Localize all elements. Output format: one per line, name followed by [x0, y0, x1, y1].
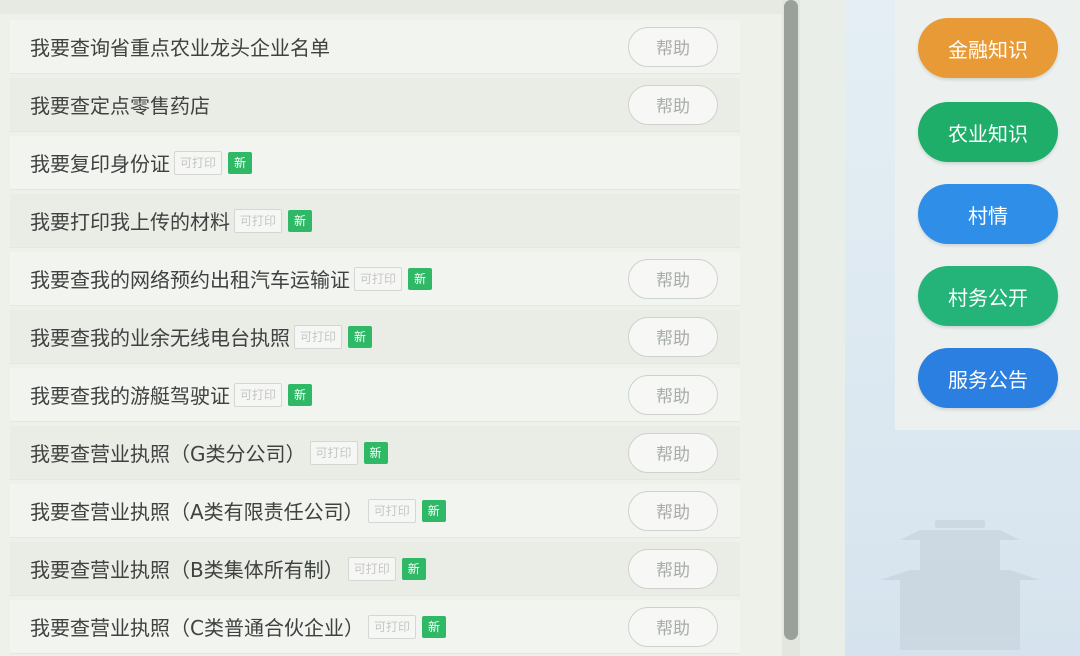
printable-tag: 可打印: [294, 324, 343, 349]
list-item[interactable]: 我要查营业执照（B类集体所有制） 可打印新 帮助: [10, 542, 740, 596]
category-button[interactable]: 村务公开: [918, 266, 1058, 326]
list-item[interactable]: 我要查营业执照（A类有限责任公司） 可打印新 帮助: [10, 484, 740, 538]
printable-tag: 可打印: [367, 498, 416, 523]
list-item[interactable]: 我要查我的网络预约出租汽车运输证 可打印新 帮助: [10, 252, 740, 306]
new-badge: 新: [288, 209, 313, 232]
list-item-label: 我要查营业执照（G类分公司）: [30, 442, 306, 466]
help-button[interactable]: 帮助: [628, 490, 718, 531]
printable-tag: 可打印: [309, 440, 358, 465]
help-button[interactable]: 帮助: [628, 26, 718, 67]
new-badge: 新: [363, 441, 388, 464]
list-item-label: 我要查营业执照（B类集体所有制）: [30, 558, 344, 582]
help-button[interactable]: 帮助: [628, 316, 718, 357]
list-item-label: 我要查我的业余无线电台执照: [30, 326, 290, 350]
list-item[interactable]: 我要查我的游艇驾驶证 可打印新 帮助: [10, 368, 740, 422]
help-button[interactable]: 帮助: [628, 606, 718, 647]
list-top-strip: [0, 0, 782, 14]
list-item-label: 我要打印我上传的材料: [30, 210, 230, 234]
help-button[interactable]: 帮助: [628, 548, 718, 589]
list-item[interactable]: 我要查询省重点农业龙头企业名单 帮助: [10, 20, 740, 74]
printable-tag: 可打印: [174, 150, 223, 175]
help-button[interactable]: 帮助: [628, 258, 718, 299]
printable-tag: 可打印: [234, 382, 283, 407]
new-badge: 新: [348, 325, 373, 348]
list-item-label: 我要查营业执照（C类普通合伙企业）: [30, 616, 364, 640]
help-button[interactable]: 帮助: [628, 432, 718, 473]
list-item[interactable]: 我要打印我上传的材料 可打印新: [10, 194, 740, 248]
category-button[interactable]: 服务公告: [918, 348, 1058, 408]
printable-tag: 可打印: [234, 208, 283, 233]
list-item-label: 我要复印身份证: [30, 152, 170, 176]
printable-tag: 可打印: [354, 266, 403, 291]
list-item[interactable]: 我要查营业执照（G类分公司） 可打印新 帮助: [10, 426, 740, 480]
list-item[interactable]: 我要查定点零售药店 帮助: [10, 78, 740, 132]
divider-panel: [800, 0, 845, 656]
new-badge: 新: [288, 383, 313, 406]
scrollbar-thumb[interactable]: [784, 0, 798, 640]
new-badge: 新: [421, 499, 446, 522]
new-badge: 新: [408, 267, 433, 290]
help-button[interactable]: 帮助: [628, 374, 718, 415]
list-item-label: 我要查定点零售药店: [30, 94, 210, 118]
list-item-label: 我要查我的网络预约出租汽车运输证: [30, 268, 350, 292]
pagoda-landmark-icon: [880, 520, 1040, 650]
list-item-label: 我要查我的游艇驾驶证: [30, 384, 230, 408]
printable-tag: 可打印: [347, 556, 396, 581]
category-button[interactable]: 农业知识: [918, 102, 1058, 162]
list-item[interactable]: 我要查我的业余无线电台执照 可打印新 帮助: [10, 310, 740, 364]
list-item-label: 我要查询省重点农业龙头企业名单: [30, 36, 330, 60]
service-list-panel: 我要查询省重点农业龙头企业名单 帮助 我要查定点零售药店 帮助 我要复印身份证 可打印新我…: [0, 0, 782, 656]
help-button[interactable]: 帮助: [628, 84, 718, 125]
new-badge: 新: [401, 557, 426, 580]
new-badge: 新: [228, 151, 253, 174]
list-item[interactable]: 我要复印身份证 可打印新: [10, 136, 740, 190]
list-item-label: 我要查营业执照（A类有限责任公司）: [30, 500, 364, 524]
category-button[interactable]: 金融知识: [918, 18, 1058, 78]
category-button[interactable]: 村情: [918, 184, 1058, 244]
printable-tag: 可打印: [367, 614, 416, 639]
new-badge: 新: [421, 615, 446, 638]
list-item[interactable]: 我要查营业执照（C类普通合伙企业） 可打印新 帮助: [10, 600, 740, 654]
